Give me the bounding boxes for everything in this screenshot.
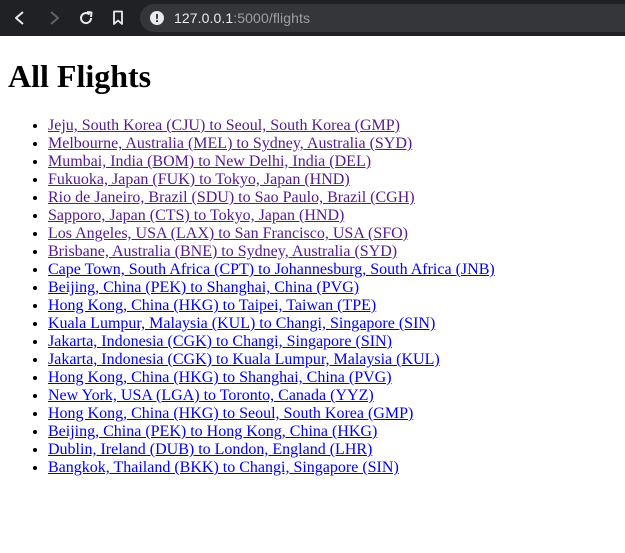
flight-link[interactable]: Hong Kong, China (HKG) to Taipei, Taiwan… (48, 297, 376, 314)
flight-link[interactable]: Hong Kong, China (HKG) to Shanghai, Chin… (48, 369, 392, 386)
flight-link[interactable]: Fukuoka, Japan (FUK) to Tokyo, Japan (HN… (48, 171, 350, 188)
flight-list-item: Jakarta, Indonesia (CGK) to Kuala Lumpur… (48, 351, 495, 369)
flight-link[interactable]: Rio de Janeiro, Brazil (SDU) to Sao Paul… (48, 189, 415, 206)
flight-list-item: Brisbane, Australia (BNE) to Sydney, Aus… (48, 243, 495, 261)
flight-list-item: Jeju, South Korea (CJU) to Seoul, South … (48, 117, 495, 135)
url-path: :5000/flights (233, 10, 311, 26)
address-bar[interactable]: ! 127.0.0.1:5000/flights (140, 4, 625, 32)
flight-list-item: Cape Town, South Africa (CPT) to Johanne… (48, 261, 495, 279)
flight-link[interactable]: Brisbane, Australia (BNE) to Sydney, Aus… (48, 243, 397, 260)
flight-list-item: Hong Kong, China (HKG) to Shanghai, Chin… (48, 369, 495, 387)
flight-list-item: Melbourne, Australia (MEL) to Sydney, Au… (48, 135, 495, 153)
flight-list-item: Los Angeles, USA (LAX) to San Francisco,… (48, 225, 495, 243)
flight-list-item: Beijing, China (PEK) to Shanghai, China … (48, 279, 495, 297)
flight-link[interactable]: Los Angeles, USA (LAX) to San Francisco,… (48, 225, 408, 242)
flight-list: Jeju, South Korea (CJU) to Seoul, South … (0, 117, 495, 477)
page-title: All Flights (8, 58, 152, 94)
flight-list-item: Bangkok, Thailand (BKK) to Changi, Singa… (48, 459, 495, 477)
flight-link[interactable]: Sapporo, Japan (CTS) to Tokyo, Japan (HN… (48, 207, 344, 224)
bookmark-icon[interactable] (108, 8, 128, 28)
flight-list-item: Hong Kong, China (HKG) to Seoul, South K… (48, 405, 495, 423)
flight-list-item: New York, USA (LGA) to Toronto, Canada (… (48, 387, 495, 405)
flight-list-item: Dublin, Ireland (DUB) to London, England… (48, 441, 495, 459)
url-host: 127.0.0.1 (174, 10, 234, 26)
flight-link[interactable]: Jeju, South Korea (CJU) to Seoul, South … (48, 117, 400, 134)
flight-link[interactable]: Jakarta, Indonesia (CGK) to Kuala Lumpur… (48, 351, 440, 368)
flight-link[interactable]: New York, USA (LGA) to Toronto, Canada (… (48, 387, 374, 404)
info-icon[interactable]: ! (150, 11, 164, 25)
flight-list-item: Rio de Janeiro, Brazil (SDU) to Sao Paul… (48, 189, 495, 207)
flight-link[interactable]: Jakarta, Indonesia (CGK) to Changi, Sing… (48, 333, 392, 350)
flight-link[interactable]: Mumbai, India (BOM) to New Delhi, India … (48, 153, 371, 170)
flight-link[interactable]: Beijing, China (PEK) to Shanghai, China … (48, 279, 359, 296)
flight-link[interactable]: Bangkok, Thailand (BKK) to Changi, Singa… (48, 459, 399, 476)
flight-link[interactable]: Melbourne, Australia (MEL) to Sydney, Au… (48, 135, 412, 152)
forward-arrow-icon[interactable] (44, 8, 64, 28)
browser-toolbar: ! 127.0.0.1:5000/flights (0, 0, 625, 36)
flight-list-item: Sapporo, Japan (CTS) to Tokyo, Japan (HN… (48, 207, 495, 225)
back-arrow-icon[interactable] (10, 8, 30, 28)
flight-list-item: Kuala Lumpur, Malaysia (KUL) to Changi, … (48, 315, 495, 333)
url-text: 127.0.0.1:5000/flights (174, 10, 310, 26)
flight-link[interactable]: Cape Town, South Africa (CPT) to Johanne… (48, 261, 495, 278)
flight-link[interactable]: Kuala Lumpur, Malaysia (KUL) to Changi, … (48, 315, 435, 332)
flight-link[interactable]: Beijing, China (PEK) to Hong Kong, China… (48, 423, 377, 440)
flight-link[interactable]: Dublin, Ireland (DUB) to London, England… (48, 441, 372, 458)
flight-list-item: Jakarta, Indonesia (CGK) to Changi, Sing… (48, 333, 495, 351)
page-content: All Flights Jeju, South Korea (CJU) to S… (0, 36, 625, 553)
flight-list-item: Fukuoka, Japan (FUK) to Tokyo, Japan (HN… (48, 171, 495, 189)
flight-list-item: Mumbai, India (BOM) to New Delhi, India … (48, 153, 495, 171)
flight-list-item: Beijing, China (PEK) to Hong Kong, China… (48, 423, 495, 441)
flight-list-item: Hong Kong, China (HKG) to Taipei, Taiwan… (48, 297, 495, 315)
reload-icon[interactable] (76, 8, 96, 28)
flight-link[interactable]: Hong Kong, China (HKG) to Seoul, South K… (48, 405, 413, 422)
